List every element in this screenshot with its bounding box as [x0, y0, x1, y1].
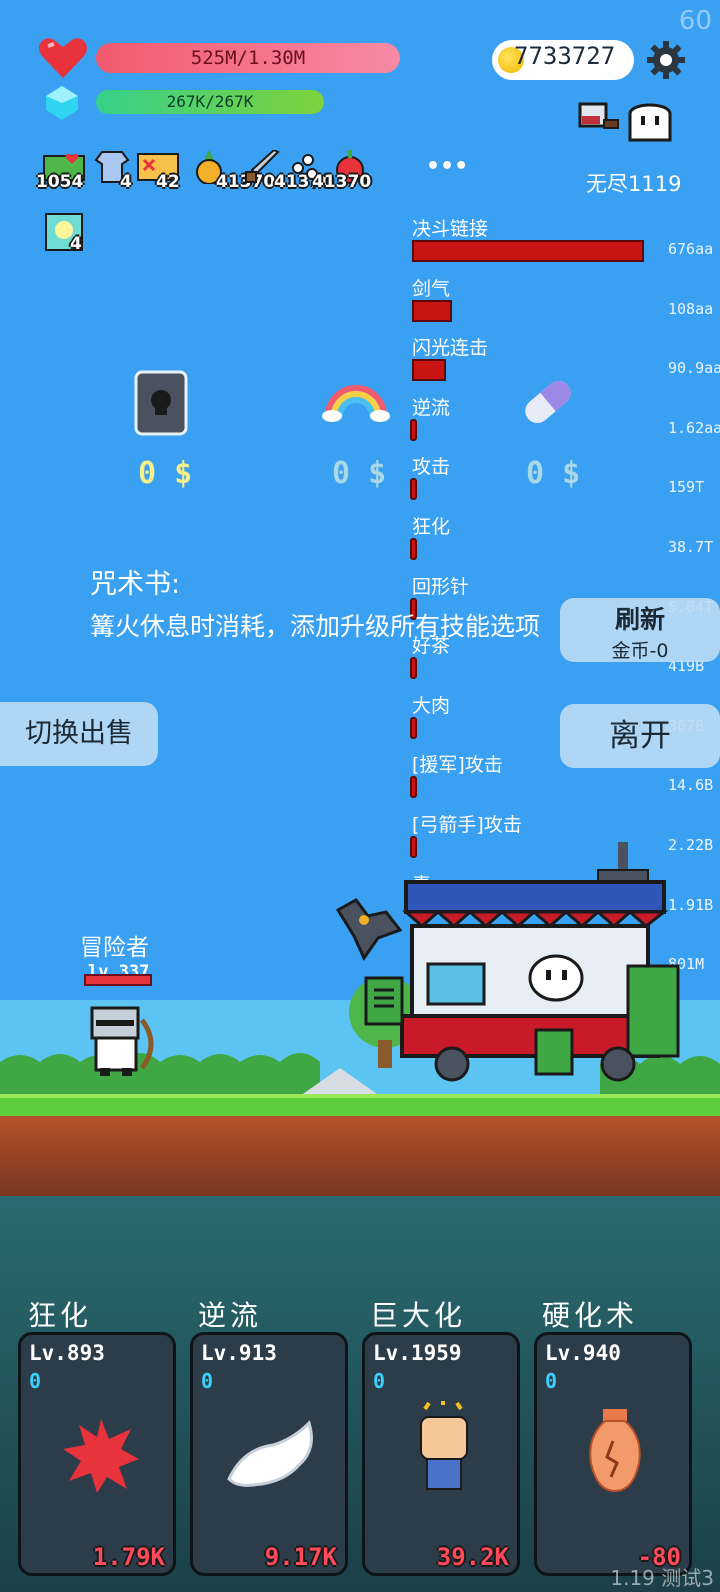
skill-damage-value: 108aa	[668, 300, 714, 318]
skill-card-backflow[interactable]: Lv.913 0 9.17K	[190, 1332, 348, 1576]
skill-damage-value: 676aa	[668, 240, 714, 258]
pill-icon[interactable]	[516, 370, 580, 434]
fps-counter: 60	[678, 6, 712, 36]
more-button[interactable]: •••	[426, 154, 468, 179]
skill-damage-value: 90.9aa	[668, 359, 720, 377]
ground-grass	[0, 1094, 720, 1116]
item-row: 1054 4 42 41370 41370 41370	[36, 150, 436, 196]
card-title: 狂化	[28, 1299, 93, 1332]
card-level: Lv.1959	[373, 1341, 462, 1365]
skill-name: 逆流	[412, 397, 451, 419]
skill-damage-bar	[410, 717, 417, 739]
card-zero: 0	[373, 1369, 386, 1393]
hero-name: 冒险者	[80, 935, 149, 961]
item-count: 42	[156, 172, 180, 192]
scroll-icon	[364, 976, 404, 1026]
skill-damage-bar	[410, 776, 417, 798]
card-zero: 0	[545, 1369, 558, 1393]
skill-damage-bar	[410, 657, 417, 679]
wing-icon	[227, 1420, 313, 1487]
skill-damage-bar	[410, 419, 417, 441]
skill-damage-bar	[410, 538, 417, 560]
item-desc-title: 咒术书:	[90, 569, 181, 600]
skill-damage-bar	[412, 359, 446, 381]
skull-book-icon[interactable]	[134, 370, 188, 436]
settings-gear-icon[interactable]	[646, 40, 686, 80]
item-count: 1054	[36, 172, 84, 192]
item-count: 41370	[312, 172, 372, 192]
rainbow-icon[interactable]	[320, 376, 392, 424]
price-label: 0 $	[138, 456, 193, 491]
card-level: Lv.913	[201, 1341, 277, 1365]
skill-damage-bar	[412, 240, 644, 262]
hp-text: 525M/1.30M	[190, 47, 306, 69]
merchant-cart	[400, 842, 680, 1082]
skill-damage-value: 159T	[668, 478, 705, 496]
card-cost: 39.2K	[436, 1543, 509, 1571]
skill-card-harden[interactable]: Lv.940 0 -80	[534, 1332, 692, 1576]
splat-icon	[63, 1419, 139, 1493]
skill-name: 攻击	[412, 456, 451, 478]
card-title: 逆流	[198, 1299, 263, 1332]
coin-count: 7733727	[514, 42, 616, 70]
skill-name: 狂化	[412, 516, 451, 538]
refresh-button[interactable]: 刷新 金币-0	[560, 598, 720, 662]
leave-button[interactable]: 离开	[560, 704, 720, 768]
card-cost: 9.17K	[264, 1543, 337, 1571]
switch-sell-button[interactable]: 切换出售	[0, 702, 158, 766]
skill-damage-bar	[410, 478, 417, 500]
skill-damage-value: 14.6B	[668, 776, 714, 794]
heart-icon	[39, 38, 87, 78]
price-label: 0 $	[332, 456, 387, 491]
mp-text: 267K/267K	[166, 92, 254, 111]
card-zero: 0	[201, 1369, 214, 1393]
fist-icon	[420, 1401, 468, 1490]
refresh-label: 刷新	[614, 605, 665, 634]
hero-hp-bar	[84, 974, 152, 986]
card-title: 巨大化	[370, 1299, 467, 1332]
version-label: 1.19 测试3	[610, 1566, 714, 1590]
skill-name: 闪光连击	[412, 337, 489, 359]
skill-name: [援军]攻击	[412, 754, 503, 776]
hero-knight[interactable]	[86, 1004, 166, 1078]
bulb-count: 4	[70, 234, 82, 254]
endless-level: 无尽1119	[586, 172, 682, 196]
skill-name: 剑气	[412, 278, 451, 300]
crystal-icon	[46, 86, 78, 120]
skill-name: 决斗链接	[412, 218, 489, 240]
skill-card-berserk[interactable]: Lv.893 0 1.79K	[18, 1332, 176, 1576]
skill-damage-value: 38.7T	[668, 538, 714, 556]
cleaver-icon	[578, 102, 619, 129]
card-level: Lv.893	[29, 1341, 105, 1365]
card-title: 硬化术	[542, 1299, 639, 1332]
skill-damage-bar	[412, 300, 452, 322]
skill-name: 回形针	[412, 576, 470, 598]
skill-damage-value: 1.62aa	[668, 419, 720, 437]
card-cost: 1.79K	[92, 1543, 165, 1571]
ghost-icon	[628, 103, 672, 142]
skill-card-giant[interactable]: Lv.1959 0 39.2K	[362, 1332, 520, 1576]
item-desc-body: 篝火休息时消耗，添加升级所有技能选项	[90, 612, 541, 641]
skill-name: 大肉	[412, 695, 451, 717]
price-label: 0 $	[526, 456, 581, 491]
bat-creature	[335, 898, 403, 962]
ground-dirt	[0, 1116, 720, 1196]
card-level: Lv.940	[545, 1341, 621, 1365]
vase-icon	[589, 1409, 641, 1493]
item-count: 4	[120, 172, 132, 192]
skill-name: [弓箭手]攻击	[412, 814, 522, 836]
refresh-cost: 金币-0	[611, 640, 669, 662]
card-zero: 0	[29, 1369, 42, 1393]
